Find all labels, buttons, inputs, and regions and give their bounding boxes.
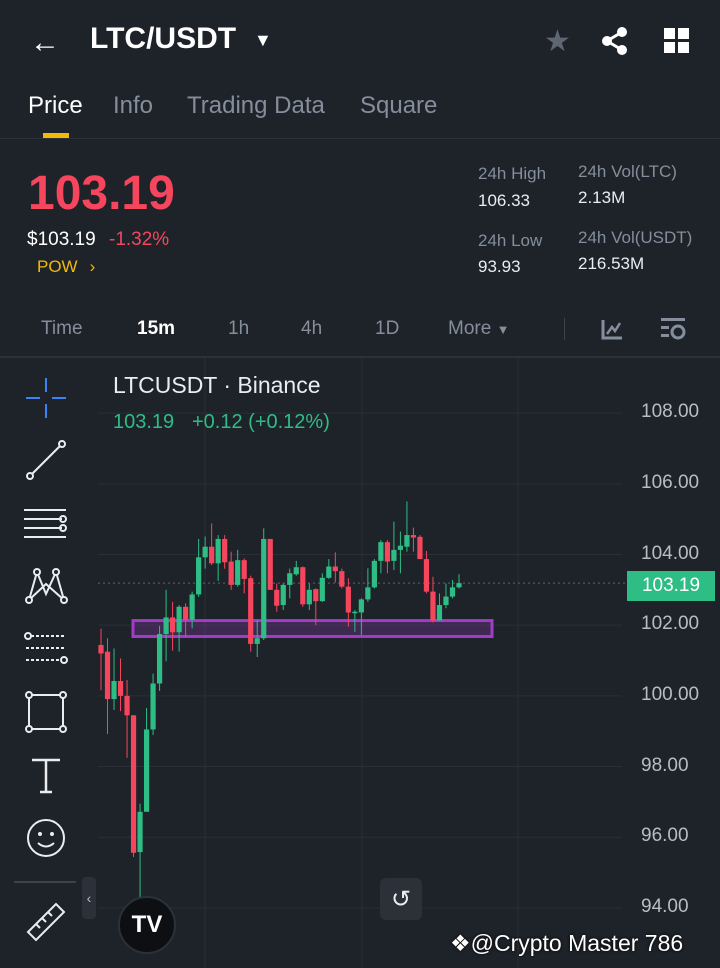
candle-body (170, 617, 176, 633)
candle-body (104, 651, 111, 700)
candle-body (293, 567, 299, 575)
y-tick-label: 98.00 (641, 754, 689, 776)
candle-body (339, 571, 345, 587)
text-tool-icon[interactable] (24, 754, 68, 798)
divider (14, 881, 76, 883)
candle-body (410, 535, 417, 538)
candle-body (261, 538, 267, 639)
candle-body (449, 587, 456, 597)
candle-body (143, 729, 150, 812)
candle-body (111, 681, 117, 700)
candle-body (391, 549, 397, 561)
emoji-tool-icon[interactable] (24, 816, 68, 860)
candle-body (98, 644, 104, 654)
y-tick-label: 102.00 (641, 613, 700, 635)
candle-body (156, 634, 163, 684)
ruler-icon[interactable] (24, 900, 68, 944)
candle-body (326, 566, 332, 578)
candle-body (306, 589, 312, 605)
candle-body (319, 577, 325, 602)
candle-body (397, 545, 404, 550)
candle-body (248, 578, 254, 644)
reset-chart-icon[interactable]: ↺ (380, 878, 422, 920)
candle-body (150, 683, 156, 730)
candle-body (430, 591, 436, 621)
candle-body (183, 606, 189, 620)
candle-body (176, 606, 182, 633)
y-tick-label: 100.00 (641, 683, 700, 705)
chart-last-price: 103.19 (113, 411, 175, 433)
y-tick-label: 104.00 (641, 542, 700, 564)
tradingview-logo[interactable]: TV (118, 896, 176, 954)
y-tick-label: 94.00 (641, 895, 689, 917)
candle-body (423, 559, 430, 592)
binance-diamond-icon: ❖ (450, 930, 471, 956)
candle-body (196, 557, 202, 595)
candle-body (378, 542, 384, 561)
candle-body (189, 594, 195, 620)
candle-body (443, 596, 449, 606)
candle-body (456, 583, 462, 588)
candle-body (163, 617, 169, 635)
candle-body (365, 587, 371, 600)
candle-body (241, 560, 247, 579)
candle-body (130, 715, 137, 853)
candle-body (384, 542, 390, 562)
candle-body (417, 536, 423, 560)
candle-body (436, 605, 443, 621)
candle-body (371, 560, 377, 588)
watermark-text: @Crypto Master 786 (470, 930, 684, 956)
candle-body (209, 546, 215, 564)
candle-body (124, 695, 130, 716)
candle-body (274, 589, 280, 606)
y-tick-label: 96.00 (641, 825, 689, 847)
horizontal-lines-icon[interactable] (24, 502, 68, 546)
candle-body (202, 546, 208, 558)
crosshair-icon[interactable] (24, 376, 68, 420)
fib-retracement-icon[interactable] (24, 628, 68, 672)
rectangle-tool-icon[interactable] (24, 690, 68, 734)
candle-body (117, 681, 124, 696)
candle-body (287, 573, 293, 585)
candlestick-chart[interactable] (0, 0, 720, 968)
candle-body (228, 561, 234, 585)
candle-body (215, 538, 221, 564)
candle-body (267, 538, 273, 590)
trend-line-icon[interactable] (24, 438, 68, 482)
candle-body (300, 567, 306, 605)
pattern-tool-icon[interactable] (24, 564, 68, 608)
candle-body (235, 560, 241, 585)
candle-body (352, 611, 358, 614)
candle-body (345, 586, 351, 613)
y-tick-label: 106.00 (641, 471, 700, 493)
y-tick-label: 108.00 (641, 401, 700, 423)
candle-body (222, 538, 228, 563)
chart-change: +0.12 (+0.12%) (192, 411, 330, 433)
current-price-tag: 103.19 (627, 571, 715, 601)
candle-body (280, 584, 286, 606)
candle-body (358, 599, 364, 613)
candle-body (137, 811, 143, 853)
watermark: ❖@Crypto Master 786 (450, 930, 683, 957)
candle-body (332, 566, 338, 572)
collapse-toolbar-button[interactable]: ‹ (82, 877, 96, 919)
candle-body (404, 535, 410, 547)
support-zone-rectangle (131, 619, 494, 638)
candle-body (313, 589, 319, 602)
chart-symbol: LTCUSDT · Binance (113, 372, 321, 398)
candle-body (254, 638, 260, 644)
